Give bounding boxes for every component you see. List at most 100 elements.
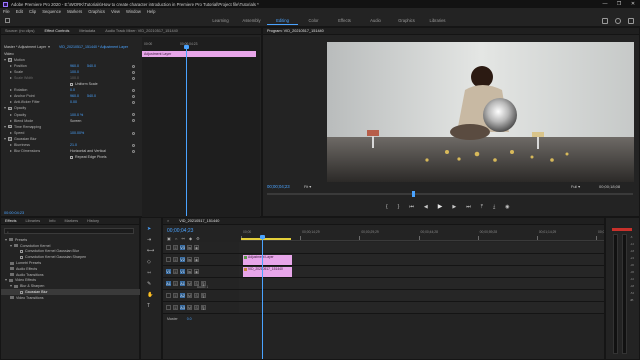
toggle-output-eye-icon[interactable]: ◉: [194, 245, 199, 250]
expand-icon[interactable]: [4, 58, 6, 61]
lift-icon[interactable]: ⤒: [481, 204, 483, 210]
effect-controls-timecode[interactable]: 00:00:04:23: [4, 211, 24, 215]
menu-sequence[interactable]: Sequence: [42, 9, 61, 14]
menu-graphics[interactable]: Graphics: [88, 9, 105, 14]
track-target-button[interactable]: A3: [180, 305, 185, 310]
keyframe-toggle-icon[interactable]: [132, 149, 135, 153]
expand-icon[interactable]: [10, 77, 12, 80]
fx-badge-icon[interactable]: fx: [8, 58, 12, 62]
track-target-button[interactable]: V2: [180, 257, 185, 262]
source-patch-button[interactable]: [166, 305, 171, 310]
selection-tool-icon[interactable]: ➤: [147, 226, 154, 232]
expand-icon[interactable]: [4, 107, 6, 110]
extract-icon[interactable]: ⤓: [493, 204, 495, 210]
mark-out-icon[interactable]: }: [398, 204, 400, 210]
menu-clip[interactable]: Clip: [29, 9, 36, 14]
track-target-button[interactable]: V3: [180, 245, 185, 250]
home-icon[interactable]: [5, 18, 10, 23]
source-selector[interactable]: Master * Adjustment Layer ▾: [4, 45, 52, 49]
program-playhead[interactable]: [412, 191, 415, 197]
track-lock-icon[interactable]: ⚿: [173, 305, 178, 310]
toggle-output-eye-icon[interactable]: ◉: [194, 269, 199, 274]
mute-button[interactable]: M: [187, 305, 192, 310]
source-patch-button[interactable]: [166, 293, 171, 298]
frame-back-icon[interactable]: ◀: [424, 204, 428, 210]
track-lock-icon[interactable]: ⚿: [173, 269, 178, 274]
workspace-tab-audio[interactable]: Audio: [360, 18, 391, 25]
step-back-icon[interactable]: ⏮: [409, 204, 414, 210]
expand-icon[interactable]: [5, 279, 7, 282]
effects-search-input[interactable]: ⌕: [4, 228, 134, 234]
expand-icon[interactable]: [4, 125, 6, 128]
sync-lock-icon[interactable]: ⇋: [187, 245, 192, 250]
workspace-tab-editing[interactable]: Editing: [267, 18, 298, 25]
track-lock-icon[interactable]: ⚿: [173, 257, 178, 262]
quick-export-icon[interactable]: [602, 18, 608, 24]
tab-libraries[interactable]: Libraries: [26, 219, 41, 223]
type-tool-icon[interactable]: T: [147, 303, 154, 309]
snap-icon[interactable]: ∩: [175, 236, 178, 241]
menu-window[interactable]: Window: [126, 9, 141, 14]
close-button[interactable]: ✕: [626, 0, 640, 8]
keyframe-toggle-icon[interactable]: [132, 100, 135, 104]
step-forward-icon[interactable]: ⏭: [466, 204, 471, 210]
checkbox[interactable]: [70, 82, 73, 86]
workspace-tab-learning[interactable]: Learning: [205, 18, 236, 25]
expand-icon[interactable]: [10, 95, 12, 98]
program-monitor-title[interactable]: Program: VID_20210517_151440: [267, 29, 324, 33]
fx-badge-icon[interactable]: fx: [8, 137, 12, 141]
workspace-tab-graphics[interactable]: Graphics: [391, 18, 422, 25]
timeline-settings-icon[interactable]: ⚙: [196, 236, 200, 241]
program-timecode-left[interactable]: 00;00;04;23: [267, 184, 290, 189]
maximize-button[interactable]: ❐: [612, 0, 626, 8]
timeline-sequence-tab[interactable]: VID_20210517_151440: [179, 219, 219, 223]
add-marker-icon[interactable]: ◆: [189, 236, 192, 241]
timeline-timecode[interactable]: 00;00;04;23: [167, 228, 193, 234]
timeline-playhead[interactable]: [262, 237, 263, 359]
keyframe-toggle-icon[interactable]: [132, 131, 135, 135]
expand-icon[interactable]: [10, 244, 12, 247]
workspace-tab-effects[interactable]: Effects: [329, 18, 360, 25]
source-patch-button[interactable]: A1: [166, 281, 171, 286]
work-area-bar[interactable]: [241, 238, 291, 240]
source-patch-button[interactable]: [166, 245, 171, 250]
razor-tool-icon[interactable]: ◇: [147, 259, 154, 265]
track-select-icon[interactable]: ⇥: [147, 237, 154, 243]
timeline-clip[interactable]: VID_20210517_151440: [243, 267, 292, 277]
voiceover-mic-icon[interactable]: 🎙: [201, 293, 206, 298]
keyframe-toggle-icon[interactable]: [132, 119, 135, 123]
track-lock-icon[interactable]: ⚿: [173, 281, 178, 286]
menu-view[interactable]: View: [111, 9, 120, 14]
track-lock-icon[interactable]: ⚿: [173, 245, 178, 250]
keyframe-toggle-icon[interactable]: [132, 113, 135, 117]
tree-item[interactable]: Video Transitions: [1, 295, 141, 301]
fx-badge-icon[interactable]: fx: [8, 124, 12, 129]
mute-button[interactable]: M: [187, 281, 192, 286]
program-scrub-bar[interactable]: [267, 193, 633, 195]
linked-selection-icon[interactable]: ⚯: [182, 236, 185, 241]
track-target-button[interactable]: A1: [180, 281, 185, 286]
workspace-tab-color[interactable]: Color: [298, 18, 329, 25]
adjustment-layer-clip-bar[interactable]: Adjustment Layer: [142, 51, 256, 57]
pen-tool-icon[interactable]: ✎: [147, 281, 154, 287]
toggle-output-eye-icon[interactable]: ◉: [194, 257, 199, 262]
keyframe-toggle-icon[interactable]: [132, 76, 135, 80]
tab-info[interactable]: Info: [49, 219, 55, 223]
menu-edit[interactable]: Edit: [16, 9, 23, 14]
workspace-tab-libraries[interactable]: Libraries: [422, 18, 453, 25]
expand-icon[interactable]: [10, 101, 12, 104]
minimize-button[interactable]: —: [598, 0, 612, 8]
keyframe-toggle-icon[interactable]: [132, 94, 135, 98]
tab-history[interactable]: History: [87, 219, 99, 223]
nest-toggle-icon[interactable]: ▣: [167, 236, 171, 241]
tab-metadata[interactable]: Metadata: [79, 29, 95, 33]
hand-tool-icon[interactable]: ✋: [147, 292, 154, 298]
sync-lock-icon[interactable]: ⇋: [187, 269, 192, 274]
timeline-playhead-handle[interactable]: [260, 235, 265, 239]
timeline-ruler[interactable]: 00;00 00;00;14;29 00;00;29;29 00;00;44;28 00…: [241, 227, 604, 241]
search-icon[interactable]: [615, 18, 621, 24]
frame-forward-icon[interactable]: ▶: [452, 204, 456, 210]
keyframe-toggle-icon[interactable]: [132, 70, 135, 74]
mute-button[interactable]: M: [187, 293, 192, 298]
keyframe-toggle-icon[interactable]: [132, 88, 135, 92]
